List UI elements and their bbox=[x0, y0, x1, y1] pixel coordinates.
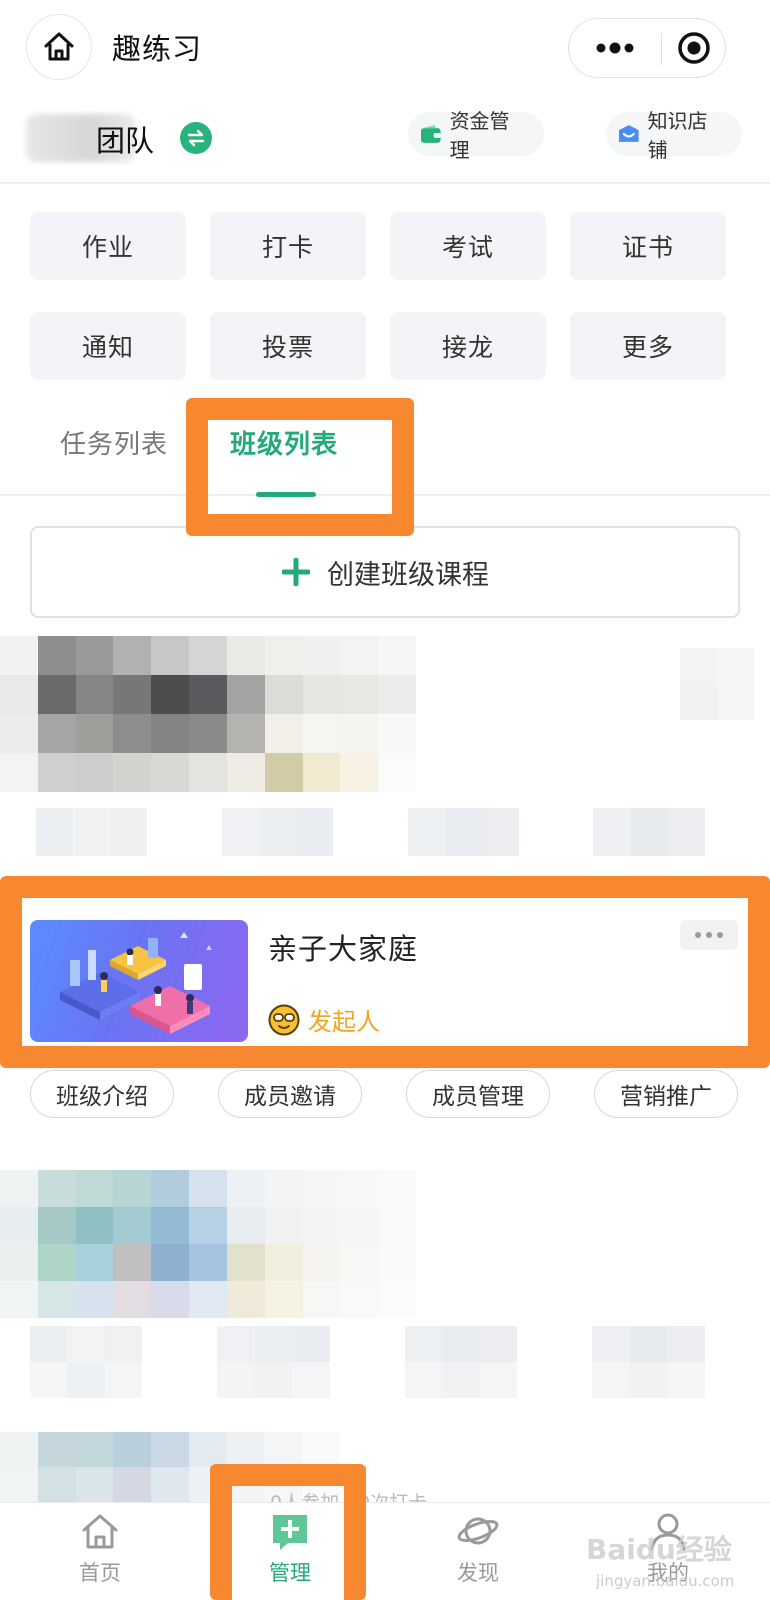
pixelated-class-actions bbox=[36, 808, 742, 856]
mini-program-capsule bbox=[568, 18, 726, 78]
func-exam[interactable]: 考试 bbox=[390, 212, 546, 280]
baidu-watermark-url: jingyan.baidu.com bbox=[596, 1572, 735, 1590]
tabbar-home[interactable]: 首页 bbox=[40, 1509, 160, 1599]
team-name[interactable]: 团队 bbox=[96, 118, 154, 160]
func-notice[interactable]: 通知 bbox=[30, 312, 186, 380]
target-close-icon bbox=[678, 32, 710, 64]
member-manage-button[interactable]: 成员管理 bbox=[406, 1070, 550, 1118]
func-vote[interactable]: 投票 bbox=[210, 312, 366, 380]
baidu-watermark: Baidu经验 bbox=[586, 1533, 732, 1566]
create-course-label: 创建班级课程 bbox=[327, 559, 489, 591]
home-icon bbox=[44, 32, 74, 61]
func-relay[interactable]: 接龙 bbox=[390, 312, 546, 380]
tabbar-discover[interactable]: 发现 bbox=[418, 1509, 538, 1599]
wallet-icon bbox=[420, 125, 441, 143]
func-more[interactable]: 更多 bbox=[570, 312, 726, 380]
create-class-course-button[interactable]: 创建班级课程 bbox=[30, 526, 740, 618]
top-nav-bar: 趣练习 bbox=[0, 0, 770, 96]
plus-icon bbox=[282, 558, 310, 586]
knowledge-shop-button[interactable]: 知识店铺 bbox=[606, 109, 742, 162]
highlight-class-card bbox=[0, 876, 770, 1068]
tabbar-home-label: 首页 bbox=[79, 1561, 121, 1585]
team-header: 团队 资金管理 知识店铺 bbox=[0, 100, 770, 184]
app-title: 趣练习 bbox=[112, 32, 203, 66]
pixelated-class-actions-2 bbox=[30, 1326, 742, 1398]
member-invite-button[interactable]: 成员邀请 bbox=[218, 1070, 362, 1118]
home-icon bbox=[82, 1514, 118, 1549]
highlight-class-tab bbox=[186, 398, 414, 536]
class-intro-button[interactable]: 班级介绍 bbox=[30, 1070, 174, 1118]
close-button[interactable] bbox=[663, 19, 725, 77]
capsule-divider bbox=[661, 33, 662, 65]
tabbar-discover-label: 发现 bbox=[457, 1561, 499, 1585]
marketing-button[interactable]: 营销推广 bbox=[594, 1070, 738, 1118]
funds-label: 资金管理 bbox=[449, 109, 510, 162]
shop-label: 知识店铺 bbox=[647, 109, 708, 162]
highlight-manage-tab bbox=[210, 1464, 366, 1600]
pixelated-class-thumbnail bbox=[0, 636, 416, 792]
more-button[interactable] bbox=[569, 19, 661, 77]
swap-icon[interactable] bbox=[180, 122, 212, 154]
more-dots-icon bbox=[596, 42, 634, 54]
shop-icon bbox=[618, 125, 639, 142]
func-homework[interactable]: 作业 bbox=[30, 212, 186, 280]
func-checkin[interactable]: 打卡 bbox=[210, 212, 366, 280]
planet-icon bbox=[457, 1517, 499, 1545]
pixelated-class-thumbnail-2 bbox=[0, 1170, 416, 1318]
funds-management-button[interactable]: 资金管理 bbox=[408, 109, 544, 162]
home-button[interactable] bbox=[26, 14, 92, 80]
pixelated-side-block bbox=[680, 648, 754, 720]
func-certificate[interactable]: 证书 bbox=[570, 212, 726, 280]
tab-task-list[interactable]: 任务列表 bbox=[60, 424, 168, 461]
